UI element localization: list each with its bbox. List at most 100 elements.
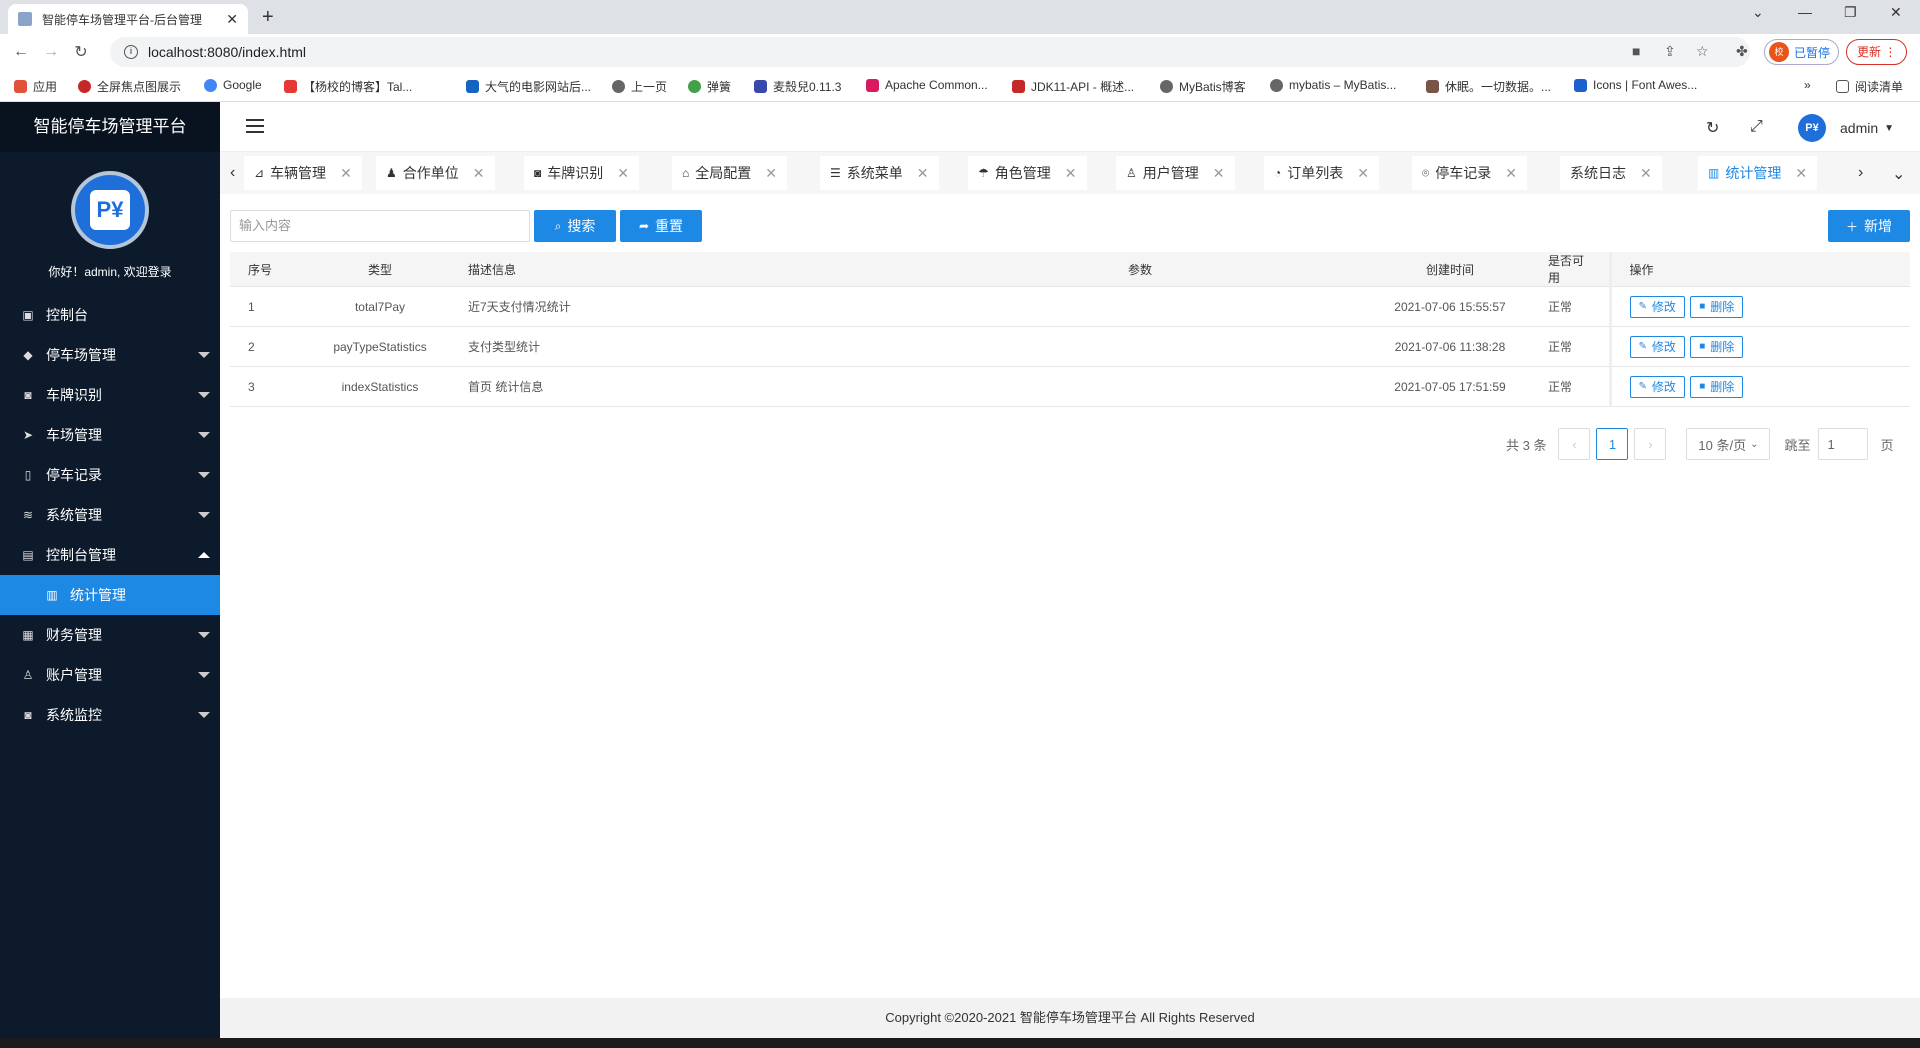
edit-button[interactable]: ✎ 修改 (1629, 295, 1685, 318)
bookmark-item[interactable]: Icons | Font Awes... (1574, 78, 1697, 92)
delete-button[interactable]: ■ 删除 (1690, 375, 1744, 398)
bookmark-item[interactable]: 休眠。一切数据。... (1426, 78, 1551, 95)
page-size-select[interactable]: 10 条/页 ⌄ (1686, 428, 1771, 460)
pager-next-icon[interactable]: › (1634, 428, 1667, 460)
reset-button[interactable]: ➦ 重置 (620, 210, 702, 242)
sidebar-item-dashboard[interactable]: ▣ 控制台 (0, 295, 220, 335)
sidebar-item-system[interactable]: ≋ 系统管理 (0, 495, 220, 535)
tab-global-config[interactable]: ⌂ 全局配置 ✕ (672, 156, 787, 190)
edit-label: 修改 (1651, 300, 1676, 314)
camera-icon[interactable]: ■ (1632, 43, 1640, 59)
omnibox[interactable]: i localhost:8080/index.html (110, 37, 1750, 67)
bookmark-item[interactable]: MyBatis博客 (1160, 78, 1246, 95)
sidebar-item-console-admin[interactable]: ▤ 控制台管理 (0, 535, 220, 575)
sidebar-item-label: 控制台管理 (46, 547, 116, 563)
bookmark-label: Icons | Font Awes... (1593, 78, 1698, 92)
close-icon[interactable]: ✕ (473, 165, 485, 182)
bookmarks-overflow[interactable]: » (1804, 78, 1811, 92)
bookmark-item[interactable]: mybatis – MyBatis... (1270, 78, 1396, 92)
close-icon[interactable]: ✕ (1795, 165, 1807, 182)
bookmark-label: 全屏焦点图展示 (97, 80, 182, 94)
restore-icon[interactable]: ❐ (1844, 4, 1857, 21)
bookmark-item[interactable]: 【杨校的博客】Tal... (284, 78, 412, 95)
close-icon[interactable]: ✕ (765, 165, 777, 182)
delete-button[interactable]: ■ 删除 (1690, 295, 1744, 318)
window-close-icon[interactable]: ✕ (1890, 4, 1902, 21)
umbrella-icon: ☂ (978, 166, 989, 180)
bookmark-item[interactable]: JDK11-API - 概述... (1012, 78, 1134, 95)
delete-button[interactable]: ■ 删除 (1690, 335, 1744, 358)
sidebar-item-finance[interactable]: ▦ 财务管理 (0, 615, 220, 655)
tab-partners[interactable]: ♟ 合作单位 ✕ (376, 156, 495, 190)
info-icon[interactable]: i (124, 45, 138, 59)
minimize-icon[interactable]: — (1798, 4, 1812, 20)
sidebar-item-label: 系统管理 (46, 507, 102, 523)
tab-search-icon[interactable]: ⌄ (1752, 4, 1764, 21)
sidebar-item-statistics[interactable]: ▥ 统计管理 (0, 575, 220, 615)
sidebar-item-account[interactable]: ♙ 账户管理 (0, 655, 220, 695)
bookmark-item[interactable]: 全屏焦点图展示 (78, 78, 181, 95)
bookmark-item[interactable]: 上一页 (612, 78, 667, 95)
bookmark-item[interactable]: Google (204, 78, 262, 92)
bookmark-item[interactable]: Apache Common... (866, 78, 988, 92)
reload-icon[interactable]: ↻ (66, 42, 96, 62)
edit-button[interactable]: ✎ 修改 (1629, 335, 1685, 358)
tabs-next-icon[interactable]: › (1858, 164, 1863, 182)
close-icon[interactable]: ✕ (1640, 165, 1652, 182)
close-icon[interactable]: ✕ (1505, 165, 1517, 182)
bookmark-item[interactable]: 大气的电影网站后... (466, 78, 591, 95)
close-icon[interactable]: ✕ (1065, 165, 1077, 182)
bookmark-item[interactable]: 弹簧 (688, 78, 731, 95)
new-tab-icon[interactable]: + (262, 6, 274, 29)
update-button[interactable]: 更新 ⋮ (1846, 39, 1908, 65)
sidebar-item-yard[interactable]: ➤ 车场管理 (0, 415, 220, 455)
favicon-icon (18, 12, 32, 26)
close-icon[interactable]: ✕ (1213, 165, 1225, 182)
sidebar-item-parking-records[interactable]: ▯ 停车记录 (0, 455, 220, 495)
cell-no: 1 (230, 286, 310, 327)
profile-button[interactable]: 校 已暂停 (1764, 39, 1840, 65)
menu-toggle-icon[interactable] (246, 119, 264, 133)
reading-list[interactable]: 阅读清单 (1836, 78, 1903, 95)
search-input[interactable]: 输入内容 (230, 210, 530, 242)
user-menu[interactable]: P¥ admin ▼ (1798, 114, 1894, 142)
browser-tab[interactable]: 智能停车场管理平台-后台管理 ✕ (8, 4, 248, 34)
globe-icon (1160, 80, 1173, 93)
close-icon[interactable]: ✕ (226, 11, 238, 28)
tab-system-log[interactable]: 系统日志 ✕ (1560, 156, 1662, 190)
pager-page-1[interactable]: 1 (1596, 428, 1629, 460)
tab-vehicles[interactable]: ⊿ 车辆管理 ✕ (244, 156, 362, 190)
pager-jump-input[interactable]: 1 (1818, 428, 1869, 460)
close-icon[interactable]: ✕ (617, 165, 629, 182)
bookmark-item[interactable]: 麦殼兒0.11.3 (754, 78, 841, 95)
bookmark-apps[interactable]: 应用 (14, 78, 57, 95)
sidebar-item-monitor[interactable]: ◙ 系统监控 (0, 695, 220, 735)
tab-statistics[interactable]: ▥ 统计管理 ✕ (1698, 156, 1818, 190)
share-icon[interactable]: ⇪ (1664, 43, 1676, 60)
sidebar-item-plate-recognition[interactable]: ◙ 车牌识别 (0, 375, 220, 415)
tab-orders[interactable]: ◔ 订单列表 ✕ (1264, 156, 1379, 190)
refresh-icon[interactable]: ↻ (1706, 118, 1719, 138)
pager-prev-icon[interactable]: ‹ (1558, 428, 1591, 460)
bookmark-label: Google (223, 78, 262, 92)
fullscreen-icon[interactable]: ⤢ (1750, 118, 1763, 136)
extensions-icon[interactable]: ✤ (1736, 43, 1748, 60)
search-button[interactable]: ⌕ 搜索 (534, 210, 616, 242)
star-icon[interactable]: ☆ (1696, 43, 1709, 60)
tab-roles[interactable]: ☂ 角色管理 ✕ (968, 156, 1087, 190)
close-icon[interactable]: ✕ (917, 165, 929, 182)
add-button[interactable]: ＋ 新增 (1828, 210, 1910, 242)
tab-plate-recognition[interactable]: ◙ 车牌识别 ✕ (524, 156, 639, 190)
forward-icon[interactable]: → (36, 43, 66, 61)
close-icon[interactable]: ✕ (340, 165, 352, 182)
tab-users[interactable]: ♙ 用户管理 ✕ (1116, 156, 1235, 190)
edit-button[interactable]: ✎ 修改 (1629, 375, 1685, 398)
close-icon[interactable]: ✕ (1357, 165, 1369, 182)
tabs-prev-icon[interactable]: ‹ (230, 164, 235, 182)
sidebar-item-parking-lot[interactable]: ◆ 停车场管理 (0, 335, 220, 375)
oracle-icon (1012, 80, 1025, 93)
back-icon[interactable]: ← (6, 43, 36, 61)
tab-parking-records[interactable]: ⌾ 停车记录 ✕ (1412, 156, 1527, 190)
tab-system-menu[interactable]: ☰ 系统菜单 ✕ (820, 156, 939, 190)
tabs-dropdown-icon[interactable]: ⌄ (1892, 164, 1905, 184)
